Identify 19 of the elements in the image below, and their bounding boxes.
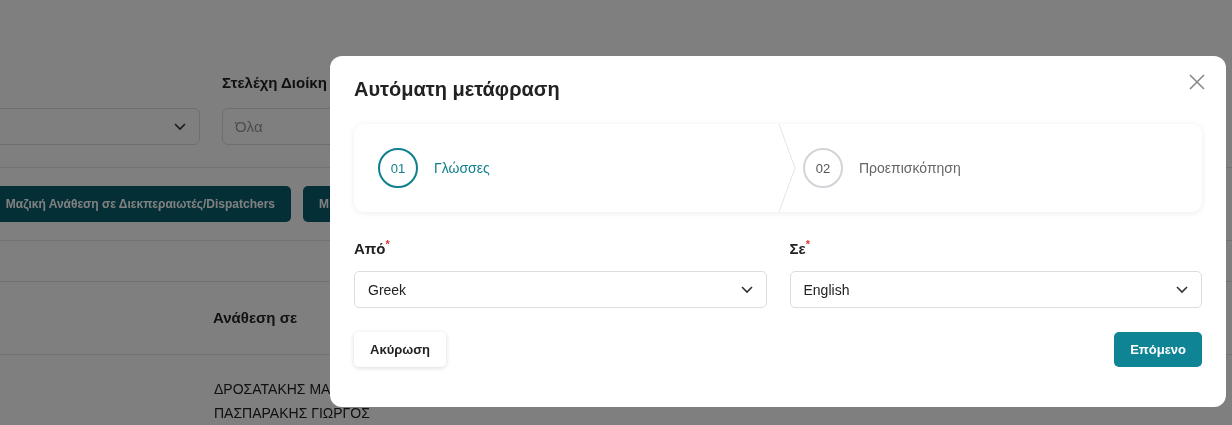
dialog-title: Αυτόματη μετάφραση <box>354 78 560 101</box>
column-header: Ανάθεση σε <box>213 309 298 326</box>
step-number: 01 <box>378 148 418 188</box>
next-button[interactable]: Επόμενο <box>1114 332 1202 367</box>
chevron-down-icon <box>740 285 753 294</box>
step-tab[interactable]: Προεπισκόπηση <box>859 160 961 176</box>
language-dropdown[interactable]: Greek <box>354 271 767 308</box>
step-number: 02 <box>803 148 843 188</box>
close-icon[interactable] <box>1189 73 1205 90</box>
step-tab[interactable]: Γλώσσες <box>434 160 490 176</box>
chevron-down-icon <box>1176 285 1188 294</box>
chevron-down-icon <box>174 122 186 131</box>
field-label: Από$^{*}$ <box>354 238 391 257</box>
field-label: Σε$^{*}$ <box>789 238 811 257</box>
table-cell-text: ΔΡΟΣΑΤΑΚΗΣ ΜΑ <box>214 381 332 397</box>
cancel-button[interactable]: Ακύρωση <box>354 332 447 367</box>
action-button[interactable]: Μαζική Ανάθεση σε Διεκπεραιωτές/Dispatchers <box>0 186 291 222</box>
language-dropdown[interactable]: English <box>789 271 1202 308</box>
table-cell-text: ΠΑΣΠΑΡΑΚΗΣ ΓΙΩΡΓΟΣ <box>214 405 371 421</box>
